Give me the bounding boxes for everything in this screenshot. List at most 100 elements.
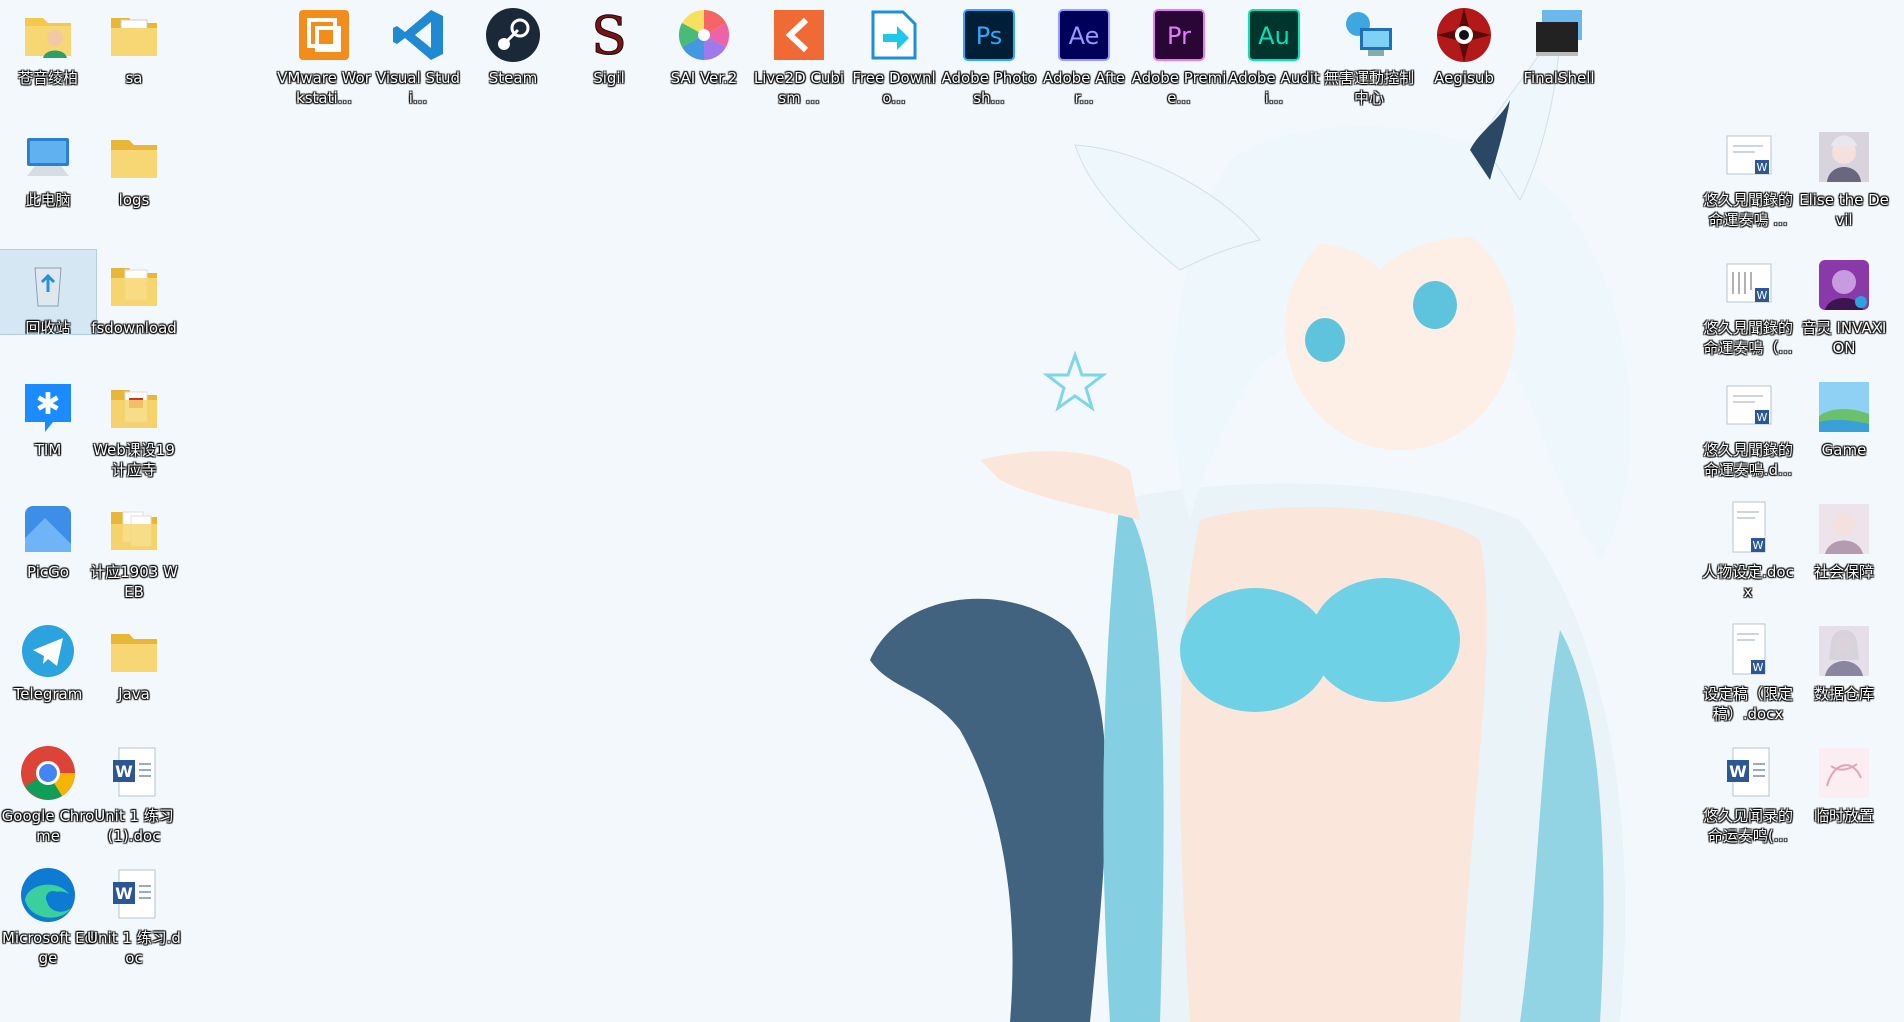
desktop-icon-label: 社会保障 xyxy=(1813,563,1874,581)
desktop-icon-temp-storage[interactable]: 临时放置 xyxy=(1796,738,1892,826)
desktop-icon-elise-the-devil[interactable]: Elise the Devil xyxy=(1796,122,1892,230)
chrome-icon xyxy=(17,742,79,804)
desktop-icon-photoshop[interactable]: Ps Adobe Photosh... xyxy=(941,0,1037,108)
svg-text:Au: Au xyxy=(1258,22,1290,50)
desktop-icon-steam[interactable]: Steam xyxy=(465,0,561,88)
desktop-icon-word-unit1-1[interactable]: W Unit 1 练习 (1).doc xyxy=(86,738,182,846)
anime-image-icon xyxy=(1813,126,1875,188)
desktop-icon-label: PicGo xyxy=(27,563,69,581)
desktop-icon-label: 悠久见闻录的命运奏鸣(... xyxy=(1702,807,1793,845)
desktop-icon-folder-web1903[interactable]: 计应1903 WEB xyxy=(86,494,182,602)
desktop-icon-word-yuujiu-1[interactable]: W 悠久見聞錄的命運奏鳴 ... xyxy=(1700,122,1796,230)
desktop-icon-label: 悠久見聞錄的命運奏鳴.d... xyxy=(1702,441,1793,479)
svg-text:W: W xyxy=(1757,161,1768,174)
steam-icon xyxy=(482,4,544,66)
desktop-icon-premiere[interactable]: Pr Adobe Premie... xyxy=(1131,0,1227,108)
desktop-icon-label: 数据仓库 xyxy=(1813,685,1874,703)
invaxion-icon xyxy=(1813,254,1875,316)
folder-icon xyxy=(103,4,165,66)
anime-image-icon xyxy=(1813,498,1875,560)
desktop-icon-label: Web课设19计应寺 xyxy=(93,441,175,479)
desktop-icon-vscode[interactable]: Visual Studi... xyxy=(370,0,466,108)
desktop-icon-this-pc[interactable]: 此电脑 xyxy=(0,122,96,210)
fdm-icon xyxy=(863,4,925,66)
desktop-icon-label: Adobe Photosh... xyxy=(941,69,1037,107)
word-doc-icon: W xyxy=(1717,742,1779,804)
desktop-icon-free-download-manager[interactable]: Free Downlo... xyxy=(846,0,942,108)
desktop-icon-live2d[interactable]: Live2D Cubism ... xyxy=(751,0,847,108)
desktop-icon-label: FinalShell xyxy=(1523,69,1595,87)
desktop-icon-label: 临时放置 xyxy=(1813,807,1874,825)
desktop-icon-folder-web-course[interactable]: Web课设19计应寺 xyxy=(86,372,182,480)
desktop-icon-label: VMware Workstati... xyxy=(277,69,371,107)
desktop-icon-label: Game xyxy=(1821,441,1867,459)
desktop-icon-label: TIM xyxy=(34,441,62,459)
desktop-icon-label: 悠久見聞錄的命運奏鳴 ... xyxy=(1702,191,1793,229)
desktop-icon-label: 计应1903 WEB xyxy=(90,563,178,601)
svg-text:✱: ✱ xyxy=(35,387,60,422)
desktop-icon-label: Steam xyxy=(488,69,538,87)
desktop-icon-word-character-settings[interactable]: W 人物设定.docx xyxy=(1700,494,1796,602)
picgo-icon xyxy=(17,498,79,560)
svg-text:Ps: Ps xyxy=(976,22,1003,50)
wallpaper-image xyxy=(870,19,1631,1022)
desktop-icon-label: fsdownload xyxy=(91,319,177,337)
folder-icon xyxy=(103,126,165,188)
sketch-image-icon xyxy=(1813,742,1875,804)
desktop-icon-sai[interactable]: SAI Ver.2 xyxy=(656,0,752,88)
desktop-icon-picgo[interactable]: PicGo xyxy=(0,494,96,582)
desktop: 苍音绫柏 sa 此电脑 logs 回收站 fsdownload ✱ TIM We… xyxy=(0,0,1904,1022)
desktop-icon-folder-sa[interactable]: sa xyxy=(86,0,182,88)
desktop-icon-label: Sigil xyxy=(593,69,625,87)
desktop-icon-telegram[interactable]: Telegram xyxy=(0,616,96,704)
user-folder-icon xyxy=(17,4,79,66)
desktop-icon-edge[interactable]: Microsoft Edge xyxy=(0,860,96,968)
desktop-icon-invaxion[interactable]: 音灵 INVAXION xyxy=(1796,250,1892,358)
desktop-icon-recycle-bin[interactable]: 回收站 xyxy=(0,249,97,335)
desktop-icon-user-folder[interactable]: 苍音绫柏 xyxy=(0,0,96,88)
desktop-icon-word-yuujiu-4[interactable]: W 悠久见闻录的命运奏鸣(... xyxy=(1700,738,1796,846)
desktop-icon-label: 悠久見聞錄的命運奏鳴（... xyxy=(1702,319,1793,357)
desktop-icon-social-security[interactable]: 社会保障 xyxy=(1796,494,1892,582)
desktop-icon-vmware[interactable]: VMware Workstati... xyxy=(276,0,372,108)
photoshop-icon: Ps xyxy=(958,4,1020,66)
desktop-icon-tim[interactable]: ✱ TIM xyxy=(0,372,96,460)
desktop-icon-folder-fsdownload[interactable]: fsdownload xyxy=(86,250,182,338)
desktop-icon-word-design-draft[interactable]: W 设定稿（限定稿）.docx xyxy=(1700,616,1796,724)
desktop-icon-audition[interactable]: Au Adobe Auditi... xyxy=(1226,0,1322,108)
computer-icon xyxy=(17,126,79,188)
svg-text:S: S xyxy=(591,7,627,66)
desktop-icon-finalshell[interactable]: FinalShell xyxy=(1511,0,1607,88)
desktop-icon-data-warehouse[interactable]: 数据仓库 xyxy=(1796,616,1892,704)
after-effects-icon: Ae xyxy=(1053,4,1115,66)
desktop-icon-game[interactable]: Game xyxy=(1796,372,1892,460)
desktop-icon-label: 苍音绫柏 xyxy=(17,69,78,87)
word-doc-icon: W xyxy=(1717,376,1779,438)
telegram-icon xyxy=(17,620,79,682)
svg-text:Pr: Pr xyxy=(1167,22,1191,50)
desktop-icon-after-effects[interactable]: Ae Adobe After... xyxy=(1036,0,1132,108)
desktop-icon-aegisub[interactable]: Aegisub xyxy=(1416,0,1512,88)
desktop-icon-label: Adobe After... xyxy=(1042,69,1126,107)
desktop-icon-folder-logs[interactable]: logs xyxy=(86,122,182,210)
desktop-icon-label: Adobe Premie... xyxy=(1131,69,1227,107)
desktop-icon-label: Live2D Cubism ... xyxy=(753,69,845,107)
desktop-icon-word-unit1[interactable]: W Unit 1 练习.doc xyxy=(86,860,182,968)
word-doc-icon: W xyxy=(103,742,165,804)
folder-icon xyxy=(103,254,165,316)
vscode-icon xyxy=(387,4,449,66)
svg-text:Ae: Ae xyxy=(1069,22,1100,50)
folder-pdf-icon xyxy=(103,376,165,438)
desktop-icon-label: 無害運動控制中心 xyxy=(1323,69,1414,107)
recycle-bin-icon xyxy=(17,254,79,316)
desktop-icon-sigil[interactable]: S Sigil xyxy=(561,0,657,88)
desktop-icon-network-control[interactable]: 無害運動控制中心 xyxy=(1321,0,1417,108)
vmware-icon xyxy=(293,4,355,66)
desktop-icon-label: sa xyxy=(125,69,143,87)
desktop-icon-label: Visual Studi... xyxy=(376,69,460,107)
desktop-icon-label: 回收站 xyxy=(25,319,71,334)
desktop-icon-chrome[interactable]: Google Chrome xyxy=(0,738,96,846)
desktop-icon-word-yuujiu-2[interactable]: W 悠久見聞錄的命運奏鳴（... xyxy=(1700,250,1796,358)
desktop-icon-folder-java[interactable]: Java xyxy=(86,616,182,704)
desktop-icon-word-yuujiu-3[interactable]: W 悠久見聞錄的命運奏鳴.d... xyxy=(1700,372,1796,480)
